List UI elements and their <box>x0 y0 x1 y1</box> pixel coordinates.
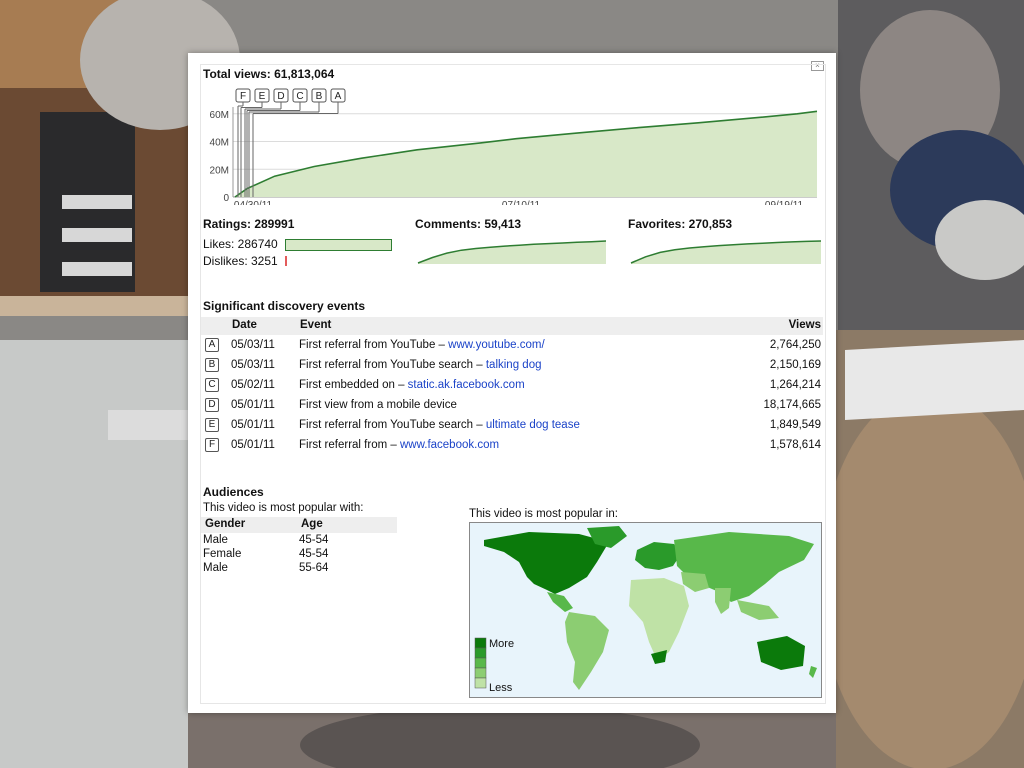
table-row: C 05/02/11 First embedded on – static.ak.f… <box>205 375 821 395</box>
world-map[interactable]: More Less <box>469 522 822 698</box>
event-date: 05/02/11 <box>231 379 275 391</box>
ratings-title: Ratings: 289991 <box>203 217 295 231</box>
panel-inner: Total views: 61,813,064 0 20M 40M 60M 04/30/… <box>200 64 826 704</box>
svg-text:B: B <box>316 91 323 102</box>
event-views: 18,174,665 <box>763 399 821 411</box>
event-date: 05/01/11 <box>231 419 275 431</box>
marker-f[interactable]: F <box>235 88 251 197</box>
event-link[interactable]: www.facebook.com <box>400 439 499 451</box>
event-views: 2,764,250 <box>769 339 821 351</box>
event-marker[interactable]: E <box>205 418 219 432</box>
legend-less: Less <box>489 682 513 694</box>
favorites-sparkline <box>630 240 822 264</box>
event-description: First referral from – www.facebook.com <box>299 439 500 451</box>
likes-bar <box>285 239 392 251</box>
event-marker[interactable]: B <box>205 358 219 372</box>
audience-rows: Male 45-54 Female 45-54 Male 55-64 <box>203 534 399 576</box>
audiences-title: Audiences <box>203 485 264 499</box>
event-link[interactable]: static.ak.facebook.com <box>408 379 525 391</box>
svg-text:D: D <box>277 91 284 102</box>
event-description: First referral from YouTube search – tal… <box>299 359 542 371</box>
audience-header-age: Age <box>301 518 323 530</box>
likes-label: Likes: 286740 <box>203 237 278 251</box>
event-views: 1,849,549 <box>769 419 821 431</box>
table-row: F 05/01/11 First referral from – www.faceb… <box>205 435 821 455</box>
event-views: 2,150,169 <box>769 359 821 371</box>
event-marker[interactable]: C <box>205 378 219 392</box>
favorites-title: Favorites: 270,853 <box>628 217 733 231</box>
event-link[interactable]: www.youtube.com/ <box>448 339 545 351</box>
audience-age: 45-54 <box>299 534 329 546</box>
svg-text:E: E <box>259 91 266 102</box>
total-views-title: Total views: 61,813,064 <box>203 67 335 81</box>
event-date: 05/01/11 <box>231 399 275 411</box>
event-link[interactable]: talking dog <box>486 359 542 371</box>
audience-age: 55-64 <box>299 562 329 574</box>
views-area <box>235 111 817 197</box>
legend-swatch-4 <box>474 667 487 679</box>
audience-gender: Male <box>203 534 228 546</box>
legend-more: More <box>489 638 514 650</box>
event-date: 05/01/11 <box>231 439 275 451</box>
svg-text:A: A <box>335 91 342 102</box>
insight-panel: × Total views: 61,813,064 020M40M60M04/3… <box>188 53 836 713</box>
y-tick-label: 0 <box>223 193 229 204</box>
legend-swatch-1 <box>474 637 487 649</box>
event-marker[interactable]: F <box>205 438 219 452</box>
discovery-header-date: Date <box>232 319 257 331</box>
comments-title: Comments: 59,413 <box>415 217 522 231</box>
discovery-title: Significant discovery events <box>203 299 366 313</box>
map-title: This video is most popular in: <box>469 508 618 520</box>
audience-gender: Male <box>203 562 228 574</box>
event-marker[interactable]: D <box>205 398 219 412</box>
table-row: E 05/01/11 First referral from YouTube sea… <box>205 415 821 435</box>
audience-header-gender: Gender <box>205 518 246 530</box>
svg-text:C: C <box>296 91 303 102</box>
x-tick-label: 07/10/11 <box>502 200 541 205</box>
event-date: 05/03/11 <box>231 339 275 351</box>
discovery-header-bg <box>201 317 823 335</box>
audience-row: Male 55-64 <box>203 562 399 576</box>
event-description: First embedded on – static.ak.facebook.c… <box>299 379 525 391</box>
total-views-chart: 0 20M 40M 60M 04/30/11 07/10/11 09/19/11 F ED C B A <box>210 88 818 205</box>
event-views: 1,264,214 <box>769 379 821 391</box>
legend-swatch-5 <box>474 677 487 689</box>
x-tick-label: 04/30/11 <box>234 200 273 205</box>
event-description: First referral from YouTube search – ult… <box>299 419 580 431</box>
event-views: 1,578,614 <box>769 439 821 451</box>
table-row: D 05/01/11 First view from a mobile device… <box>205 395 821 415</box>
table-row: A 05/03/11 First referral from YouTube – w… <box>205 335 821 355</box>
event-link[interactable]: ultimate dog tease <box>486 419 580 431</box>
audience-age: 45-54 <box>299 548 329 560</box>
event-description: First view from a mobile device <box>299 399 457 411</box>
event-description: First referral from YouTube – www.youtub… <box>299 339 545 351</box>
y-tick-label: 40M <box>210 138 229 149</box>
comments-sparkline <box>417 240 607 264</box>
legend-swatch-3 <box>474 657 487 669</box>
audience-gender: Female <box>203 548 242 560</box>
discovery-table: A 05/03/11 First referral from YouTube – w… <box>205 335 821 455</box>
discovery-header-event: Event <box>300 319 332 331</box>
y-tick-label: 60M <box>210 110 229 121</box>
event-date: 05/03/11 <box>231 359 275 371</box>
table-row: B 05/03/11 First referral from YouTube sea… <box>205 355 821 375</box>
svg-text:F: F <box>240 91 246 102</box>
y-tick-label: 20M <box>210 165 229 176</box>
dislikes-bar <box>285 256 287 266</box>
sparkline-area <box>418 241 606 264</box>
x-tick-label: 09/19/11 <box>765 200 804 205</box>
audience-row: Male 45-54 <box>203 534 399 548</box>
audiences-subtitle: This video is most popular with: <box>203 502 364 514</box>
legend-swatch-2 <box>474 647 487 659</box>
dislikes-label: Dislikes: 3251 <box>203 254 278 268</box>
discovery-header-views: Views <box>788 319 821 331</box>
audience-row: Female 45-54 <box>203 548 399 562</box>
event-marker[interactable]: A <box>205 338 219 352</box>
